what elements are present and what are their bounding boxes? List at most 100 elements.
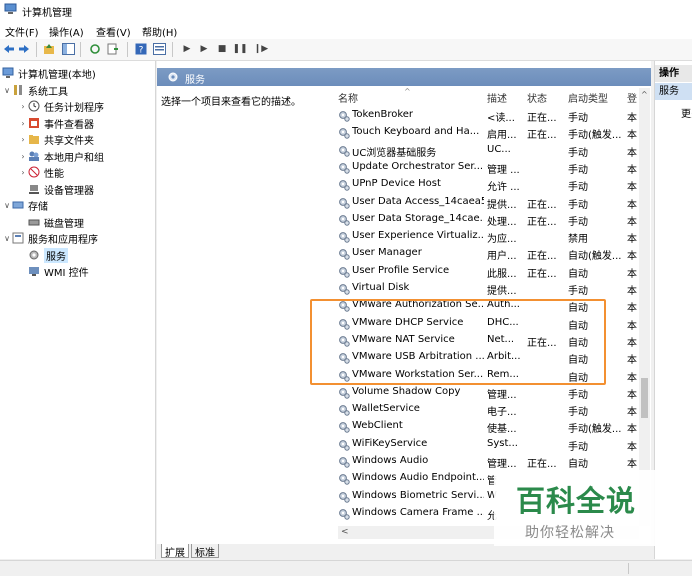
tree-item-performance[interactable]: › 性能 [18,164,64,180]
tree-item-local-users[interactable]: › 本地用户和组 [18,148,104,164]
menu-view[interactable]: 查看(V) [96,24,131,39]
service-startup-type: 手动 [568,389,588,401]
service-startup-type: 手动 [568,216,588,228]
tree-item-task-scheduler[interactable]: › 任务计划程序 [18,98,104,114]
chevron-right-icon[interactable]: › [18,152,28,161]
refresh-icon[interactable] [88,42,102,56]
service-status: 正在... [527,251,557,263]
service-name: Windows Biometric Servi... [352,489,484,501]
service-name: User Data Storage_14cae... [352,212,484,224]
service-startup-type: 自动 [568,459,588,470]
service-row[interactable]: User Profile Service 此服... 正在... 自动 本 [338,263,638,280]
service-status: 正在... [527,113,557,124]
tree-item-disk-management[interactable]: 磁盘管理 [28,214,84,230]
scrollbar-thumb[interactable] [641,378,648,418]
service-description: 为应... [487,234,517,246]
start-service-icon[interactable]: ▶ [180,42,194,56]
description-text: 选择一个项目来查看它的描述。 [161,97,301,108]
service-startup-type: 手动 [568,286,588,297]
properties-icon[interactable] [152,42,166,56]
service-row[interactable]: UPnP Device Host 允许 ... 手动 本 [338,176,638,193]
scroll-up-icon[interactable]: ^ [641,90,648,99]
service-startup-type: 手动 [568,407,588,419]
service-row[interactable]: Volume Shadow Copy 管理... 手动 本 [338,384,638,401]
start-icon[interactable]: ▶ [197,42,211,56]
service-startup-type: 手动 [568,164,588,176]
chevron-right-icon[interactable]: › [18,102,28,111]
chevron-right-icon[interactable]: › [18,119,28,128]
chevron-down-icon[interactable]: ∨ [2,86,12,95]
more-actions-link[interactable]: 更多 [681,105,692,120]
export-list-icon[interactable] [106,42,120,56]
scroll-left-icon[interactable]: < [341,527,349,537]
tree-item-shared-folders[interactable]: › 共享文件夹 [18,131,94,147]
service-row[interactable]: WiFiKeyService Syst... 手动 本 [338,436,638,453]
chevron-down-icon[interactable]: ∨ [2,201,12,210]
folder-icon [28,133,40,145]
service-name: User Manager [352,247,422,259]
column-header-status[interactable]: 状态 [527,90,547,105]
service-logon: 本 [627,130,637,142]
help-icon[interactable]: ? [134,42,148,56]
service-gear-icon [338,110,350,122]
pause-service-icon[interactable]: ❚❚ [232,42,247,56]
service-logon: 本 [627,147,637,159]
service-logon: 本 [627,199,637,211]
window-title: 计算机管理 [22,8,72,19]
menu-bar: 文件(F) 操作(A) 查看(V) 帮助(H) [0,20,692,39]
column-header-name[interactable]: 名称 [338,90,358,105]
service-row[interactable]: Virtual Disk 提供... 手动 本 [338,280,638,297]
service-description: 管理 ... [487,164,520,176]
service-gear-icon [338,145,350,157]
service-gear-icon [338,179,350,191]
chevron-down-icon[interactable]: ∨ [2,234,12,243]
tree-item-wmi-control[interactable]: WMI 控件 [28,263,89,279]
restart-service-icon[interactable]: ❙▶ [254,42,268,56]
service-row[interactable]: User Data Storage_14cae... 处理... 正在... 手动 本 [338,211,638,228]
tree-item-system-tools[interactable]: ∨ 系统工具 [2,82,68,98]
service-name: WalletService [352,403,420,415]
service-row[interactable]: TokenBroker <读... 正在... 手动 本 [338,107,638,124]
actions-services-section[interactable]: 服务 [655,83,692,100]
vertical-scrollbar[interactable]: ^ [639,88,650,526]
tree-item-services[interactable]: 服务 [28,247,68,263]
service-row[interactable]: Update Orchestrator Ser... 管理 ... 手动 本 [338,159,638,176]
service-description: 处理... [487,216,517,228]
service-row[interactable]: Windows Audio 管理... 正在... 自动 本 [338,453,638,470]
stop-service-icon[interactable]: ■ [215,42,229,56]
menu-help[interactable]: 帮助(H) [142,24,177,39]
service-gear-icon [338,404,350,416]
tree-item-device-manager[interactable]: 设备管理器 [28,181,94,197]
column-header-logon[interactable]: 登 [627,90,637,105]
show-hide-tree-icon[interactable] [61,42,75,56]
service-description: Syst... [487,437,518,449]
menu-action[interactable]: 操作(A) [49,24,84,39]
up-folder-icon[interactable] [42,42,56,56]
watermark: 百科全说 助你轻松解决 [494,470,658,546]
service-row[interactable]: User Manager 用户... 正在... 自动(触发... 本 [338,245,638,262]
service-description: 电子... [487,407,517,419]
actions-header: 操作 [655,65,692,82]
tree-item-storage[interactable]: ∨ 存储 [2,197,48,213]
tree-item-computer-management[interactable]: 计算机管理(本地) [2,65,96,81]
menu-file[interactable]: 文件(F) [5,24,39,39]
service-logon: 本 [627,355,637,367]
service-row[interactable]: User Experience Virtualiz... 为应... 禁用 本 [338,228,638,245]
tab-standard[interactable]: 标准 [191,544,219,559]
service-row[interactable]: WebClient 使基... 手动(触发... 本 [338,418,638,435]
forward-arrow-icon[interactable] [17,42,31,56]
computer-icon [2,67,14,79]
chevron-right-icon[interactable]: › [18,168,28,177]
column-header-startup-type[interactable]: 启动类型 [568,90,608,105]
back-arrow-icon[interactable] [2,42,16,56]
service-row[interactable]: User Data Access_14caea5 提供... 正在... 手动 本 [338,194,638,211]
tree-item-services-and-apps[interactable]: ∨ 服务和应用程序 [2,230,98,246]
service-row[interactable]: Touch Keyboard and Ha... 启用... 正在... 手动(触发.… [338,124,638,141]
service-row[interactable]: UC浏览器基础服务 UC... 手动 本 [338,142,638,159]
chevron-right-icon[interactable]: › [18,135,28,144]
service-status: 正在... [527,268,557,280]
tab-extended[interactable]: 扩展 [161,544,189,559]
tree-item-event-viewer[interactable]: › 事件查看器 [18,115,94,131]
column-header-description[interactable]: 描述 [487,90,507,105]
service-row[interactable]: WalletService 电子... 手动 本 [338,401,638,418]
